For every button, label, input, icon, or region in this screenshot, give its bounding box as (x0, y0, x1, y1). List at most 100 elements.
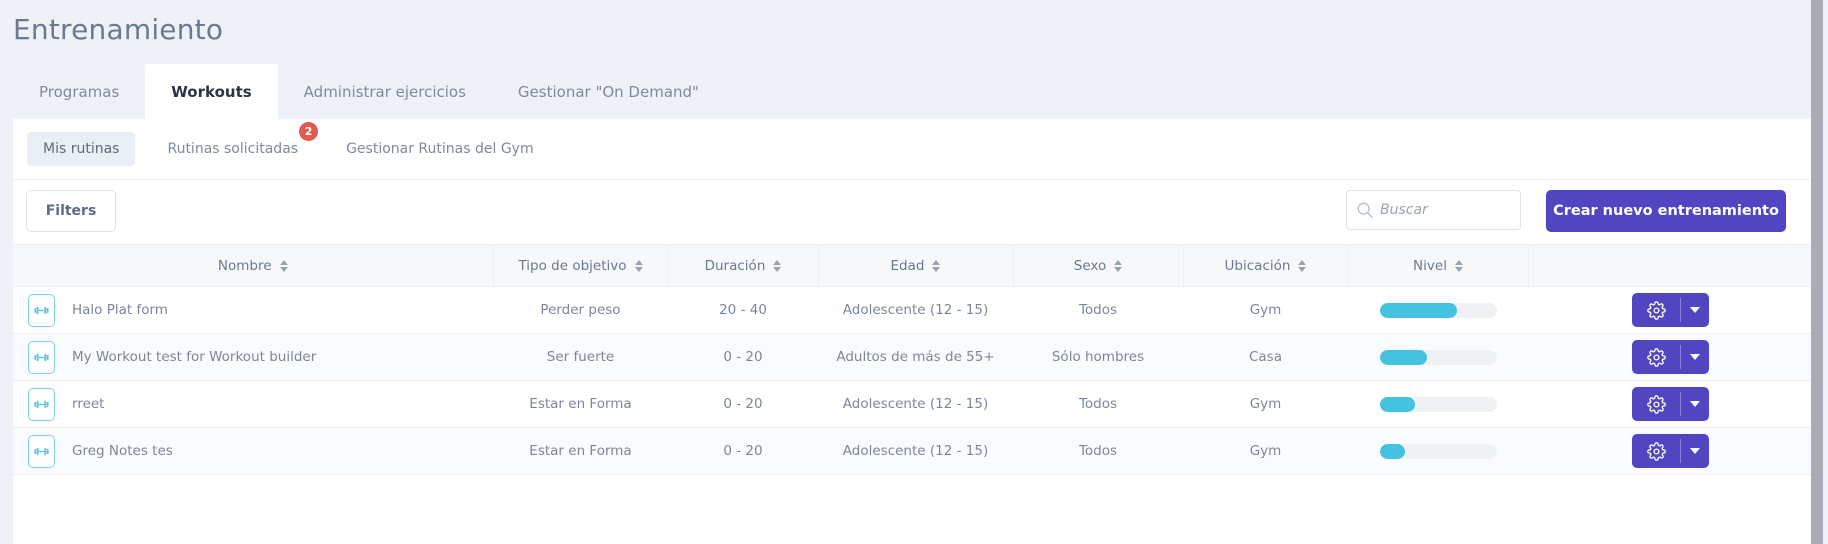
column-header-label: Nombre (217, 257, 272, 274)
cell-nivel (1348, 427, 1528, 475)
tab-programas[interactable]: Programas (13, 64, 145, 119)
cell-nivel (1348, 333, 1528, 381)
cell-sexo: Sólo hombres (1013, 333, 1183, 381)
left-rail (0, 0, 13, 544)
dumbbell-icon (34, 353, 49, 361)
cell-nombre: Greg Notes tes (13, 427, 493, 475)
cell-edad: Adolescente (12 - 15) (818, 427, 1013, 475)
subtab-label: Mis rutinas (43, 141, 120, 157)
filters-button[interactable]: Filters (26, 190, 116, 232)
cell-sexo: Todos (1013, 380, 1183, 428)
sort-arrows-icon[interactable] (1454, 259, 1463, 272)
chevron-down-icon (1690, 307, 1700, 313)
column-header-nivel[interactable]: Nivel (1347, 244, 1528, 287)
table-row[interactable]: My Workout test for Workout builder Ser f… (13, 333, 1813, 381)
level-progress-fill (1379, 396, 1415, 412)
search-wrapper (1346, 190, 1521, 230)
gear-icon (1646, 347, 1666, 367)
column-header-ubicaci-n[interactable]: Ubicación (1182, 244, 1348, 287)
create-workout-button[interactable]: Crear nuevo entrenamiento (1546, 190, 1786, 232)
table-row[interactable]: rreet Estar en Forma 0 - 20 Adolescente (12… (13, 380, 1813, 428)
app-root: Entrenamiento Programas Workouts Administr… (0, 0, 1828, 544)
cell-nivel (1348, 286, 1528, 334)
level-progress-fill (1379, 443, 1406, 459)
cell-nivel (1348, 380, 1528, 428)
table-header-row: Nombre Tipo de objetivo Duración Edad Sexo Ub… (13, 244, 1813, 287)
subtab-rutinas-solicitadas[interactable]: Rutinas solicitadas 2 (151, 122, 319, 166)
settings-button[interactable] (1632, 387, 1680, 421)
settings-button[interactable] (1632, 434, 1680, 468)
workout-name: rreet (72, 396, 105, 412)
subtab-label: Gestionar Rutinas del Gym (346, 141, 534, 157)
cell-duracion: 0 - 20 (668, 380, 818, 428)
cell-nombre: My Workout test for Workout builder (13, 333, 493, 381)
cell-tipo-objetivo: Ser fuerte (493, 333, 668, 381)
cell-sexo: Todos (1013, 286, 1183, 334)
level-progress-fill (1379, 302, 1457, 318)
column-header-label: Duración (704, 257, 766, 274)
search-box[interactable] (1346, 190, 1521, 230)
cell-nombre: rreet (13, 380, 493, 428)
settings-button[interactable] (1632, 340, 1680, 374)
dumbbell-icon (28, 340, 55, 374)
column-header-sexo[interactable]: Sexo (1012, 244, 1183, 287)
gear-icon (1646, 300, 1666, 320)
search-icon (1357, 202, 1373, 219)
table-row[interactable]: Greg Notes tes Estar en Forma 0 - 20 Adoles… (13, 427, 1813, 475)
cell-duracion: 0 - 20 (668, 333, 818, 381)
dumbbell-icon (34, 447, 49, 455)
workout-name: Halo Plat form (72, 302, 168, 318)
cell-edad: Adolescente (12 - 15) (818, 286, 1013, 334)
sort-arrows-icon[interactable] (932, 259, 941, 272)
search-input[interactable] (1380, 202, 1510, 218)
scrollbar-thumb[interactable] (1811, 0, 1823, 544)
cell-duracion: 0 - 20 (668, 427, 818, 475)
tab-workouts[interactable]: Workouts (145, 64, 278, 119)
sort-arrows-icon[interactable] (634, 259, 643, 272)
column-header-edad[interactable]: Edad (817, 244, 1013, 287)
row-actions-dropdown-button[interactable] (1681, 434, 1709, 468)
column-header-label: Edad (890, 257, 925, 274)
dumbbell-icon (28, 293, 55, 327)
page-scrollbar[interactable] (1811, 0, 1823, 544)
dumbbell-icon (34, 400, 49, 408)
subtab-gestionar-rutinas-del-gym[interactable]: Gestionar Rutinas del Gym (330, 132, 550, 166)
cell-actions (1528, 427, 1813, 475)
dumbbell-icon (34, 306, 49, 314)
notification-badge: 2 (299, 122, 319, 141)
column-header-nombre[interactable]: Nombre (13, 244, 493, 287)
settings-button[interactable] (1632, 293, 1680, 327)
sort-arrows-icon[interactable] (773, 259, 782, 272)
row-actions-dropdown-button[interactable] (1681, 387, 1709, 421)
cell-actions (1528, 380, 1813, 428)
cell-edad: Adultos de más de 55+ (818, 333, 1013, 381)
level-progress-bar (1379, 349, 1497, 365)
page-title: Entrenamiento (13, 13, 224, 46)
column-header-label: Sexo (1073, 257, 1107, 274)
column-header-duraci-n[interactable]: Duración (667, 244, 818, 287)
cell-ubicacion: Gym (1183, 427, 1348, 475)
table-header: Nombre Tipo de objetivo Duración Edad Sexo Ub… (13, 244, 1813, 287)
row-action-group (1632, 387, 1709, 421)
chevron-down-icon (1690, 401, 1700, 407)
subtab-mis-rutinas[interactable]: Mis rutinas (27, 132, 136, 166)
gear-icon (1646, 394, 1666, 414)
dumbbell-icon (28, 387, 55, 421)
workout-name: Greg Notes tes (72, 443, 173, 459)
row-actions-dropdown-button[interactable] (1681, 340, 1709, 374)
sort-arrows-icon[interactable] (1114, 259, 1123, 272)
level-progress-bar (1379, 302, 1497, 318)
row-actions-dropdown-button[interactable] (1681, 293, 1709, 327)
cell-ubicacion: Gym (1183, 286, 1348, 334)
level-progress-fill (1379, 349, 1428, 365)
cell-actions (1528, 286, 1813, 334)
table-toolbar: Filters Crear nuevo entrenamiento (13, 180, 1813, 244)
level-progress-bar (1379, 443, 1497, 459)
table-row[interactable]: Halo Plat form Perder peso 20 - 40 Adolesce… (13, 286, 1813, 334)
column-header-tipo-de-objetivo[interactable]: Tipo de objetivo (492, 244, 668, 287)
sort-arrows-icon[interactable] (1298, 259, 1307, 272)
tab-gestionar-on-demand[interactable]: Gestionar "On Demand" (492, 64, 725, 119)
tab-administrar-ejercicios[interactable]: Administrar ejercicios (278, 64, 492, 119)
sort-arrows-icon[interactable] (279, 259, 288, 272)
column-header-label: Nivel (1413, 257, 1447, 274)
